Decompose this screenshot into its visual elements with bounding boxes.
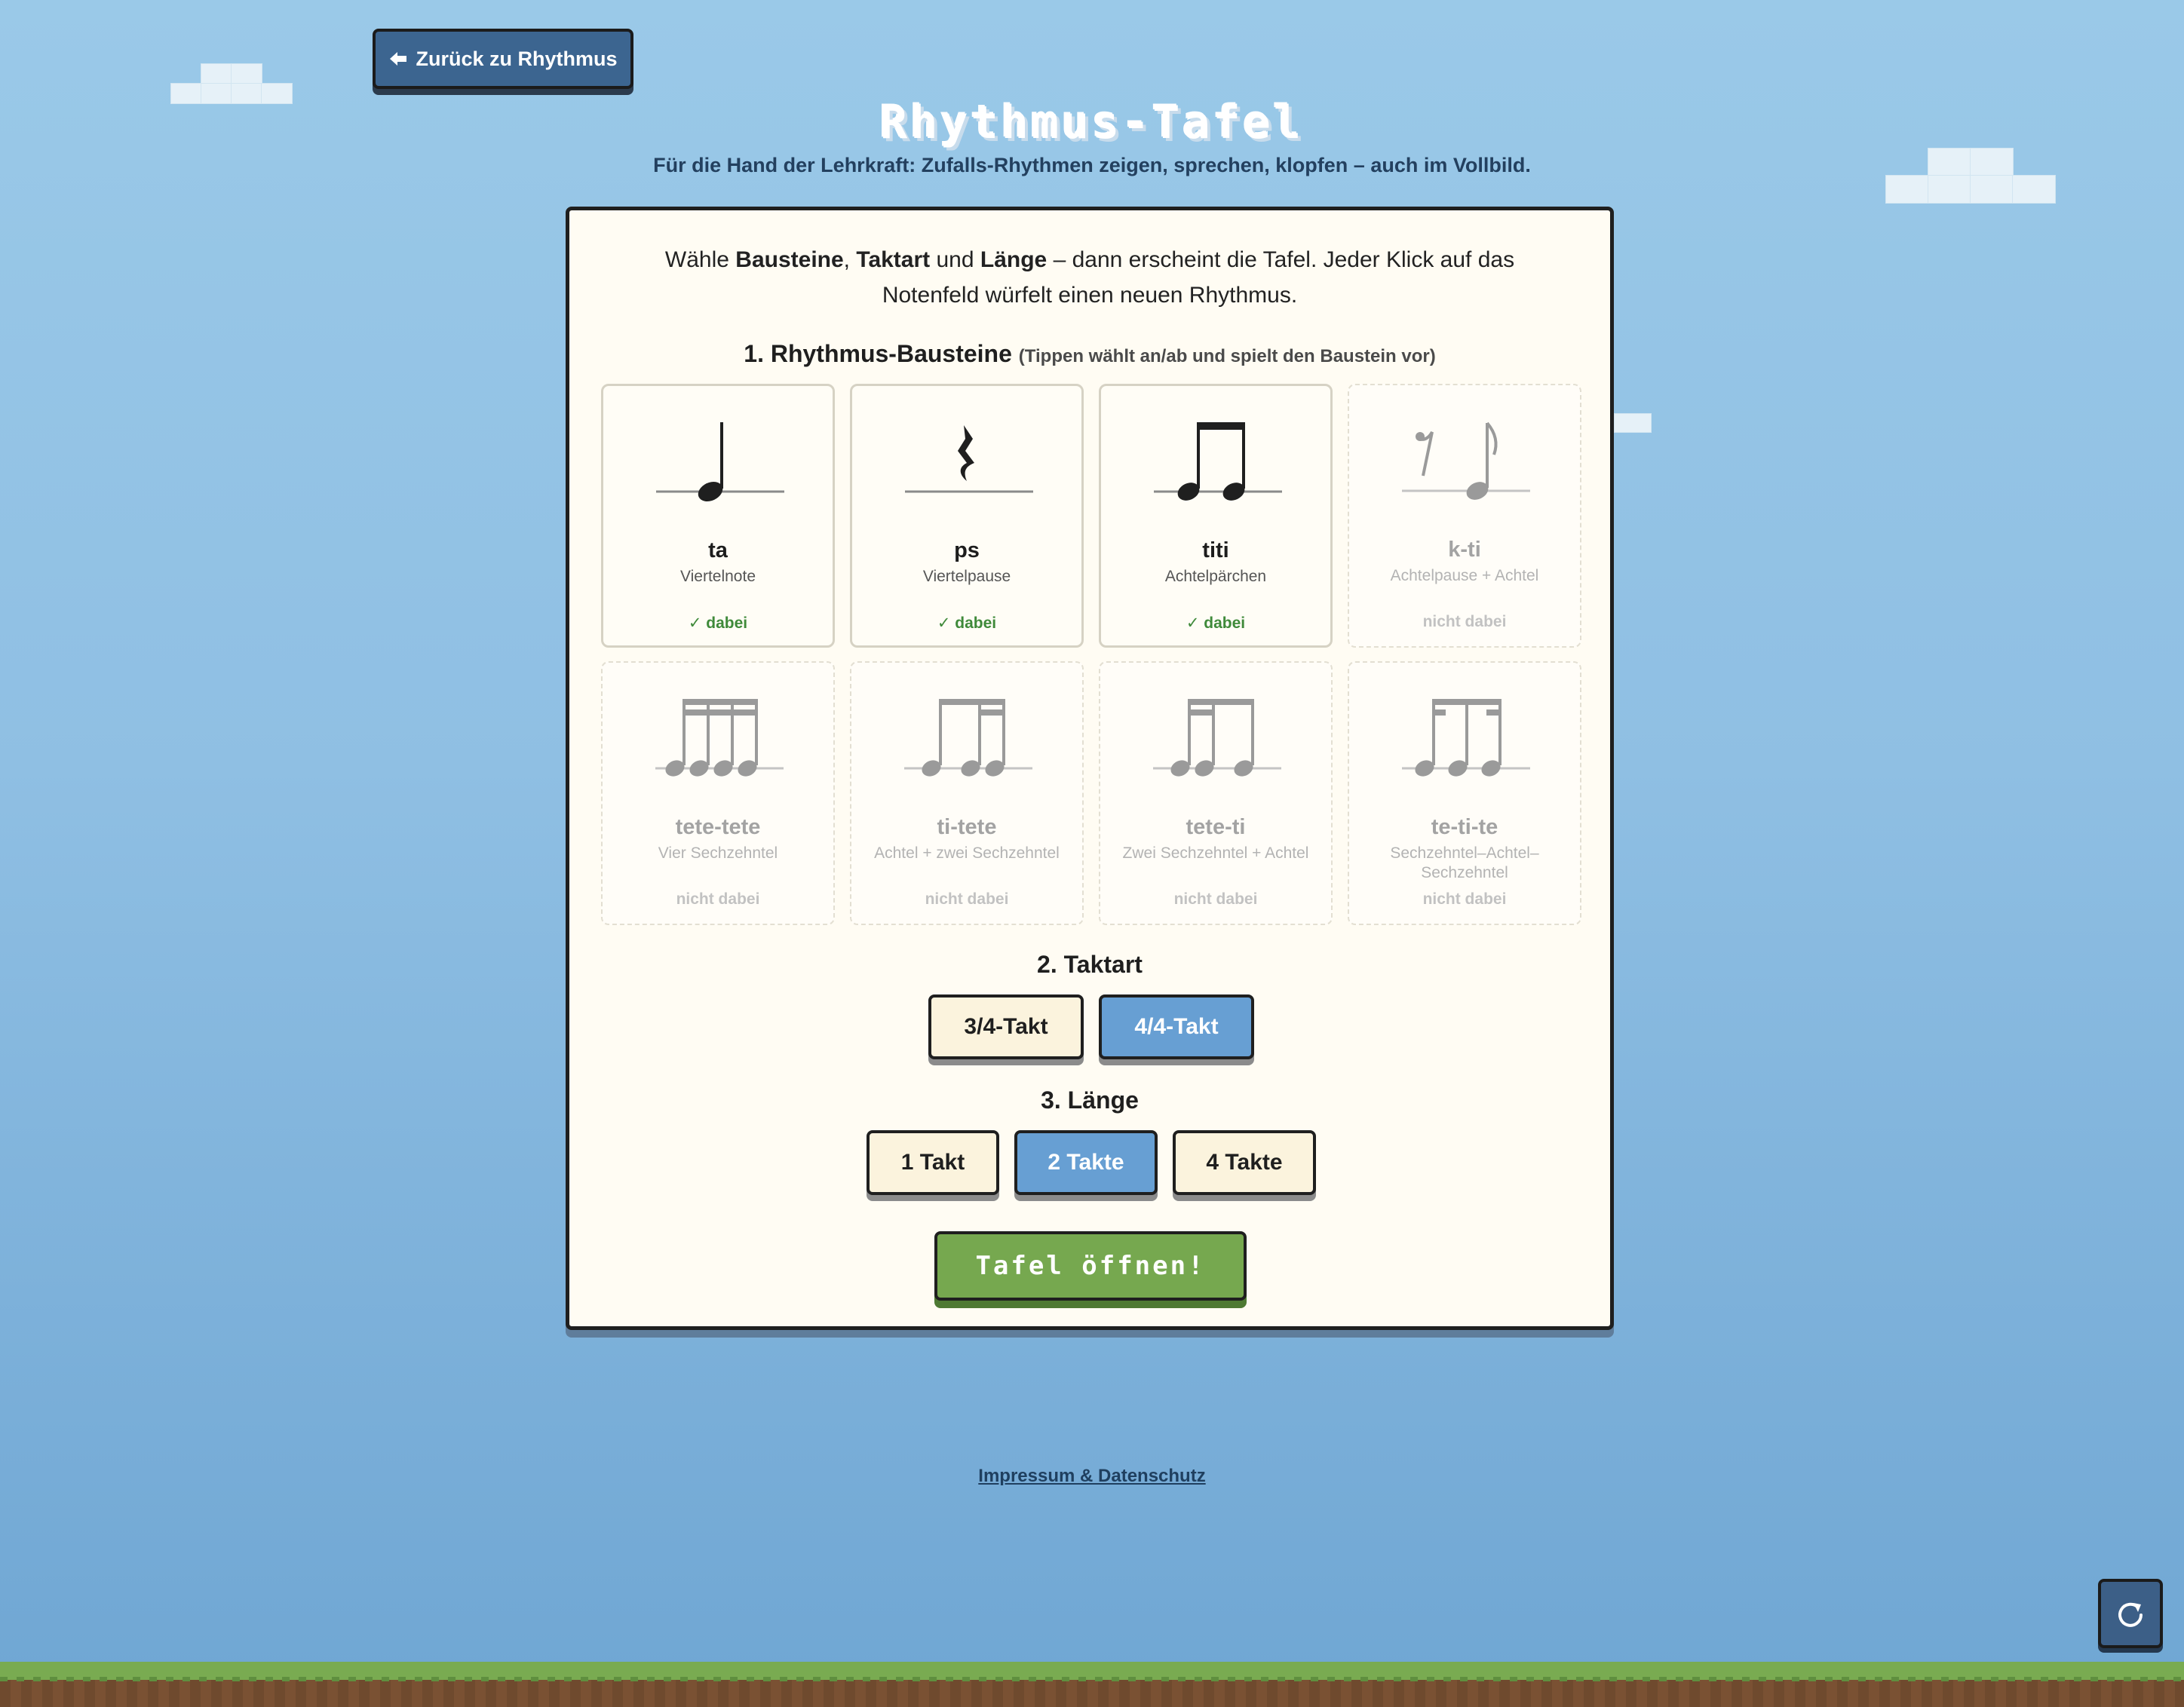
length-2-takte-button[interactable]: 2 Takte [1014,1130,1158,1195]
section-heading-laenge: 3. Länge [1041,1086,1139,1114]
open-board-button[interactable]: Tafel öffnen! [934,1231,1247,1301]
quarter-rest-icon [905,425,1033,493]
intro-text-part: und [930,247,980,272]
four-sixteenths-icon [655,699,784,777]
block-status: nicht dabei [925,890,1009,908]
block-description: Sechzehntel–Achtel–Sechzehntel [1390,844,1539,881]
rhythm-block-ta[interactable]: ta Viertelnote ✓ dabei [601,384,835,648]
time-signature-3-4-button[interactable]: 3/4-Takt [928,994,1084,1059]
rhythm-block-k-ti[interactable]: k-ti Achtelpause + Achtel nicht dabei [1348,384,1581,648]
block-status: ✓ dabei [603,614,833,633]
intro-text-line2: Notenfeld würfelt einen neuen Rhythmus. [882,283,1298,308]
back-to-rhythm-button[interactable]: Zurück zu Rhythmus [373,29,633,89]
check-icon: ✓ [1186,614,1200,632]
eighth-pair-icon [1154,422,1282,501]
ground-grass-edge [0,1677,2184,1681]
intro-bold-laenge: Länge [980,247,1048,272]
block-status-label: dabei [955,614,997,632]
page-subtitle: Für die Hand der Lehrkraft: Zufalls-Rhyt… [653,154,1531,176]
block-description: Achtelpärchen [1164,568,1267,585]
rhythm-block-tete-tete[interactable]: tete-tete Vier Sechzehntel nicht dabei [601,661,835,925]
intro-text-part: Wähle [664,247,736,272]
block-status-label: dabei [1204,614,1246,632]
section-heading-bausteine: 1. Rhythmus-Bausteine (Tippen wählt an/a… [569,340,1610,368]
block-syllable: ta [708,538,728,562]
length-4-takte-button[interactable]: 4 Takte [1173,1130,1316,1195]
two-sixteenths-eighth-icon [1153,699,1281,777]
eighth-two-sixteenths-icon [904,699,1032,777]
block-description: Zwei Sechzehntel + Achtel [1122,844,1309,862]
length-1-takt-button[interactable]: 1 Takt [867,1130,999,1195]
eighth-rest-eighth-icon [1402,421,1530,500]
block-syllable: ps [954,538,980,562]
intro-bold-bausteine: Bausteine [735,247,844,272]
quarter-note-icon [656,422,784,502]
section-title: 1. Rhythmus-Bausteine [744,340,1012,367]
intro-text: Wähle Bausteine, Taktart und Länge – dan… [630,242,1550,313]
rhythm-block-ti-tete[interactable]: ti-tete Achtel + zwei Sechzehntel nicht … [850,661,1084,925]
sixteenth-eighth-sixteenth-icon [1402,699,1530,777]
block-status: nicht dabei [676,890,760,908]
block-status: nicht dabei [1422,613,1507,630]
intro-text-part: – dann erscheint die Tafel. Jeder Klick … [1047,247,1515,272]
block-description: Achtelpause + Achtel [1390,567,1539,584]
back-button-label: Zurück zu Rhythmus [416,47,618,70]
block-description: Achtel + zwei Sechzehntel [874,844,1060,862]
rhythm-block-tete-ti[interactable]: tete-ti Zwei Sechzehntel + Achtel nicht … [1099,661,1333,925]
block-syllable: te-ti-te [1431,815,1498,839]
block-status: nicht dabei [1173,890,1258,908]
rhythm-block-titi[interactable]: titi Achtelpärchen ✓ dabei [1099,384,1333,648]
rhythm-block-te-ti-te[interactable]: te-ti-te Sechzehntel–Achtel–Sechzehntel … [1348,661,1581,925]
time-signature-4-4-button[interactable]: 4/4-Takt [1099,994,1254,1059]
block-syllable: tete-ti [1186,815,1246,839]
block-status: nicht dabei [1422,890,1507,908]
intro-bold-taktart: Taktart [856,247,931,272]
block-status: ✓ dabei [1101,614,1330,633]
arrow-left-icon [390,52,407,66]
block-status-label: dabei [706,614,748,632]
block-description: Viertelnote [679,568,756,585]
block-description: Viertelpause [922,568,1011,585]
settings-panel: Wähle Bausteine, Taktart und Länge – dan… [566,207,1614,1330]
reload-button[interactable] [2098,1579,2163,1648]
imprint-privacy-link[interactable]: Impressum & Datenschutz [0,1466,2184,1487]
block-syllable: titi [1202,538,1229,562]
check-icon: ✓ [688,614,702,632]
block-syllable: k-ti [1448,538,1481,562]
refresh-icon [2118,1602,2143,1627]
rhythm-block-ps[interactable]: ps Viertelpause ✓ dabei [850,384,1084,648]
block-description: Vier Sechzehntel [658,844,778,862]
block-syllable: tete-tete [675,815,761,839]
section-hint: (Tippen wählt an/ab und spielt den Baust… [1018,346,1436,366]
check-icon: ✓ [937,614,951,632]
block-status: ✓ dabei [852,614,1081,633]
page-title: Rhythmus-Tafel [880,97,1304,149]
ground-dirt [0,1680,2184,1707]
block-syllable: ti-tete [937,815,997,839]
intro-text-part: , [843,247,857,272]
cloud-decoration [1614,413,1652,433]
section-heading-taktart: 2. Taktart [1037,951,1143,978]
